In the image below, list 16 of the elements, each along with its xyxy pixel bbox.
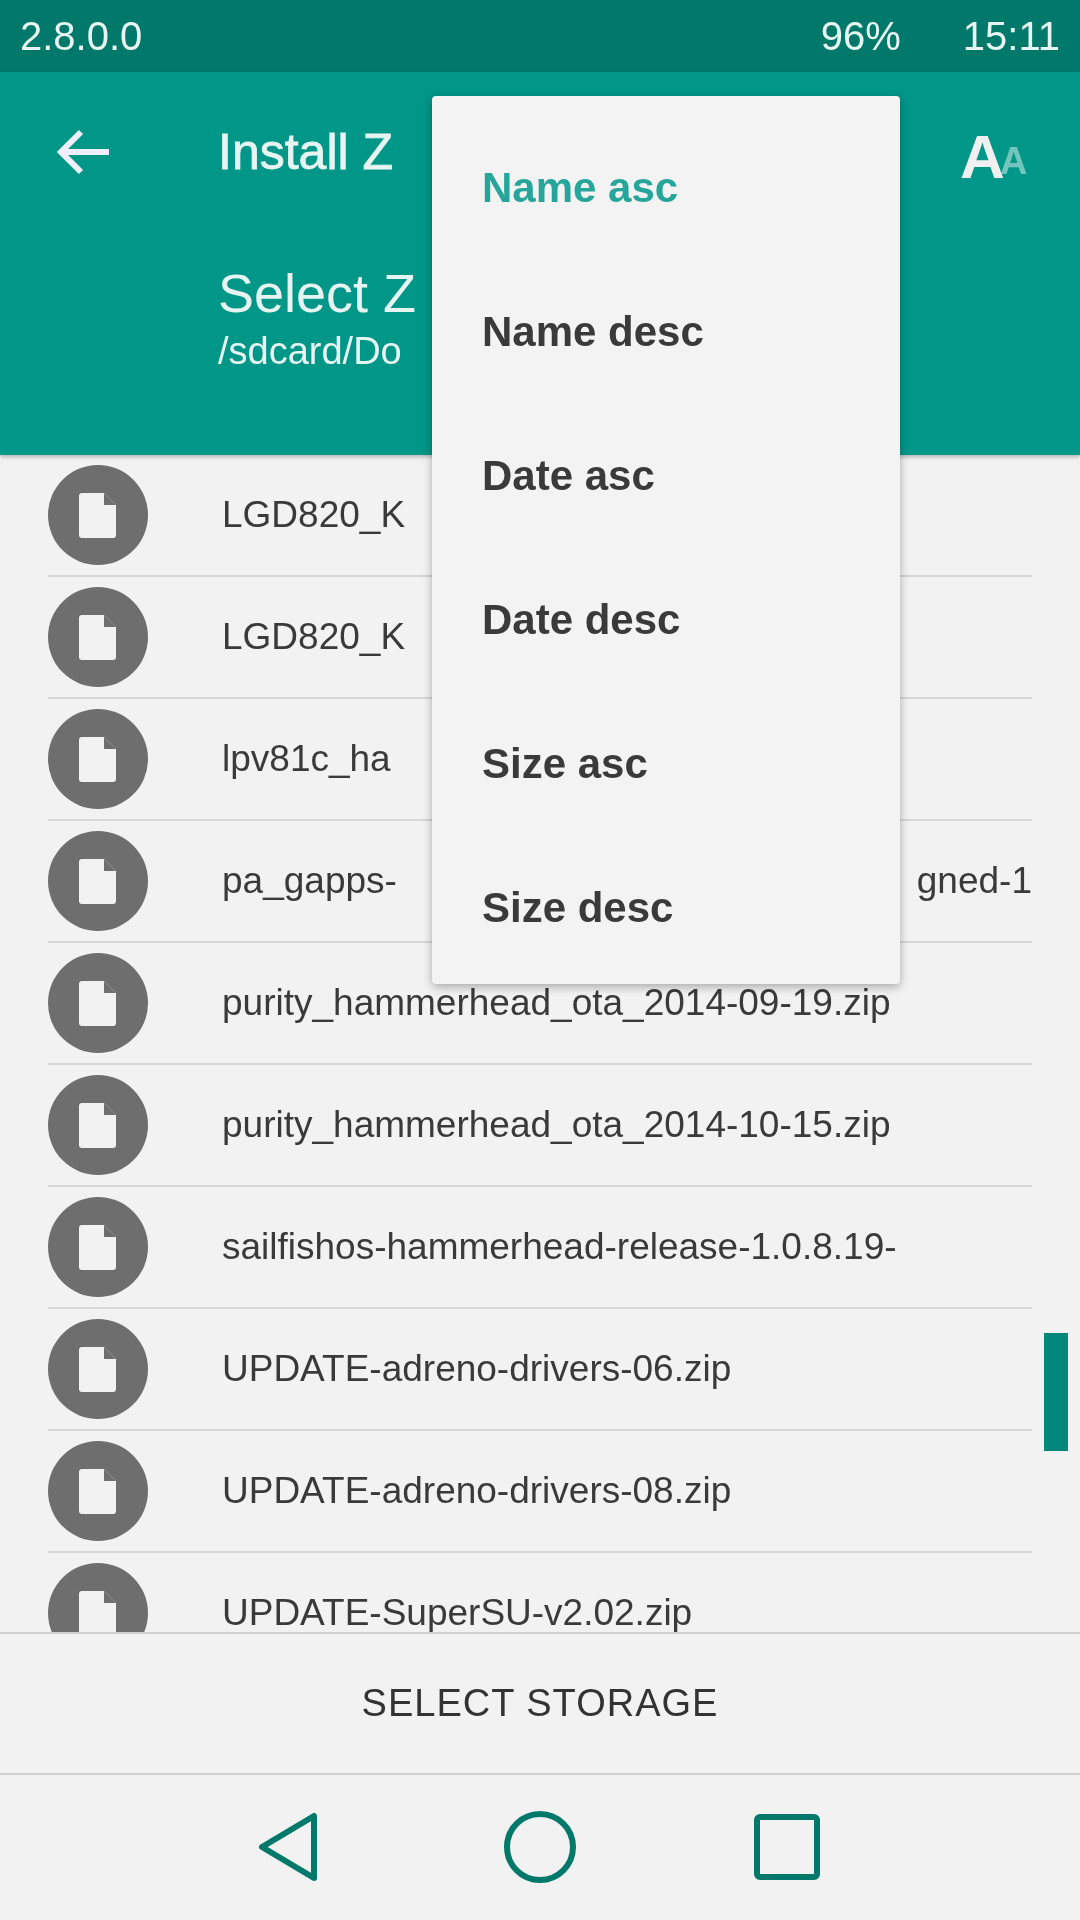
section-heading: Select Z <box>218 262 417 324</box>
clock: 15:11 <box>962 13 1060 59</box>
screen-title: Install Z <box>218 123 394 181</box>
battery-percent: 96% <box>820 13 901 59</box>
file-name: pa_gapps- <box>222 860 397 902</box>
file-name: sailfishos-hammerhead-release-1.0.8.19- <box>222 1226 897 1268</box>
file-name: LGD820_K <box>222 616 406 658</box>
file-name: LGD820_K <box>222 494 406 536</box>
file-name: gned-1 <box>916 860 1032 902</box>
file-name: UPDATE-adreno-drivers-08.zip <box>222 1470 732 1512</box>
file-name: lpv81c_ha <box>222 738 391 780</box>
file-name: UPDATE-adreno-drivers-06.zip <box>222 1348 732 1390</box>
folder-path: /sdcard/Do <box>218 330 402 373</box>
file-name: purity_hammerhead_ota_2014-09-19.zip <box>222 982 891 1024</box>
app-version: 2.8.0.0 <box>20 13 143 59</box>
file-name: purity_hammerhead_ota_2014-10-15.zip <box>222 1104 891 1146</box>
